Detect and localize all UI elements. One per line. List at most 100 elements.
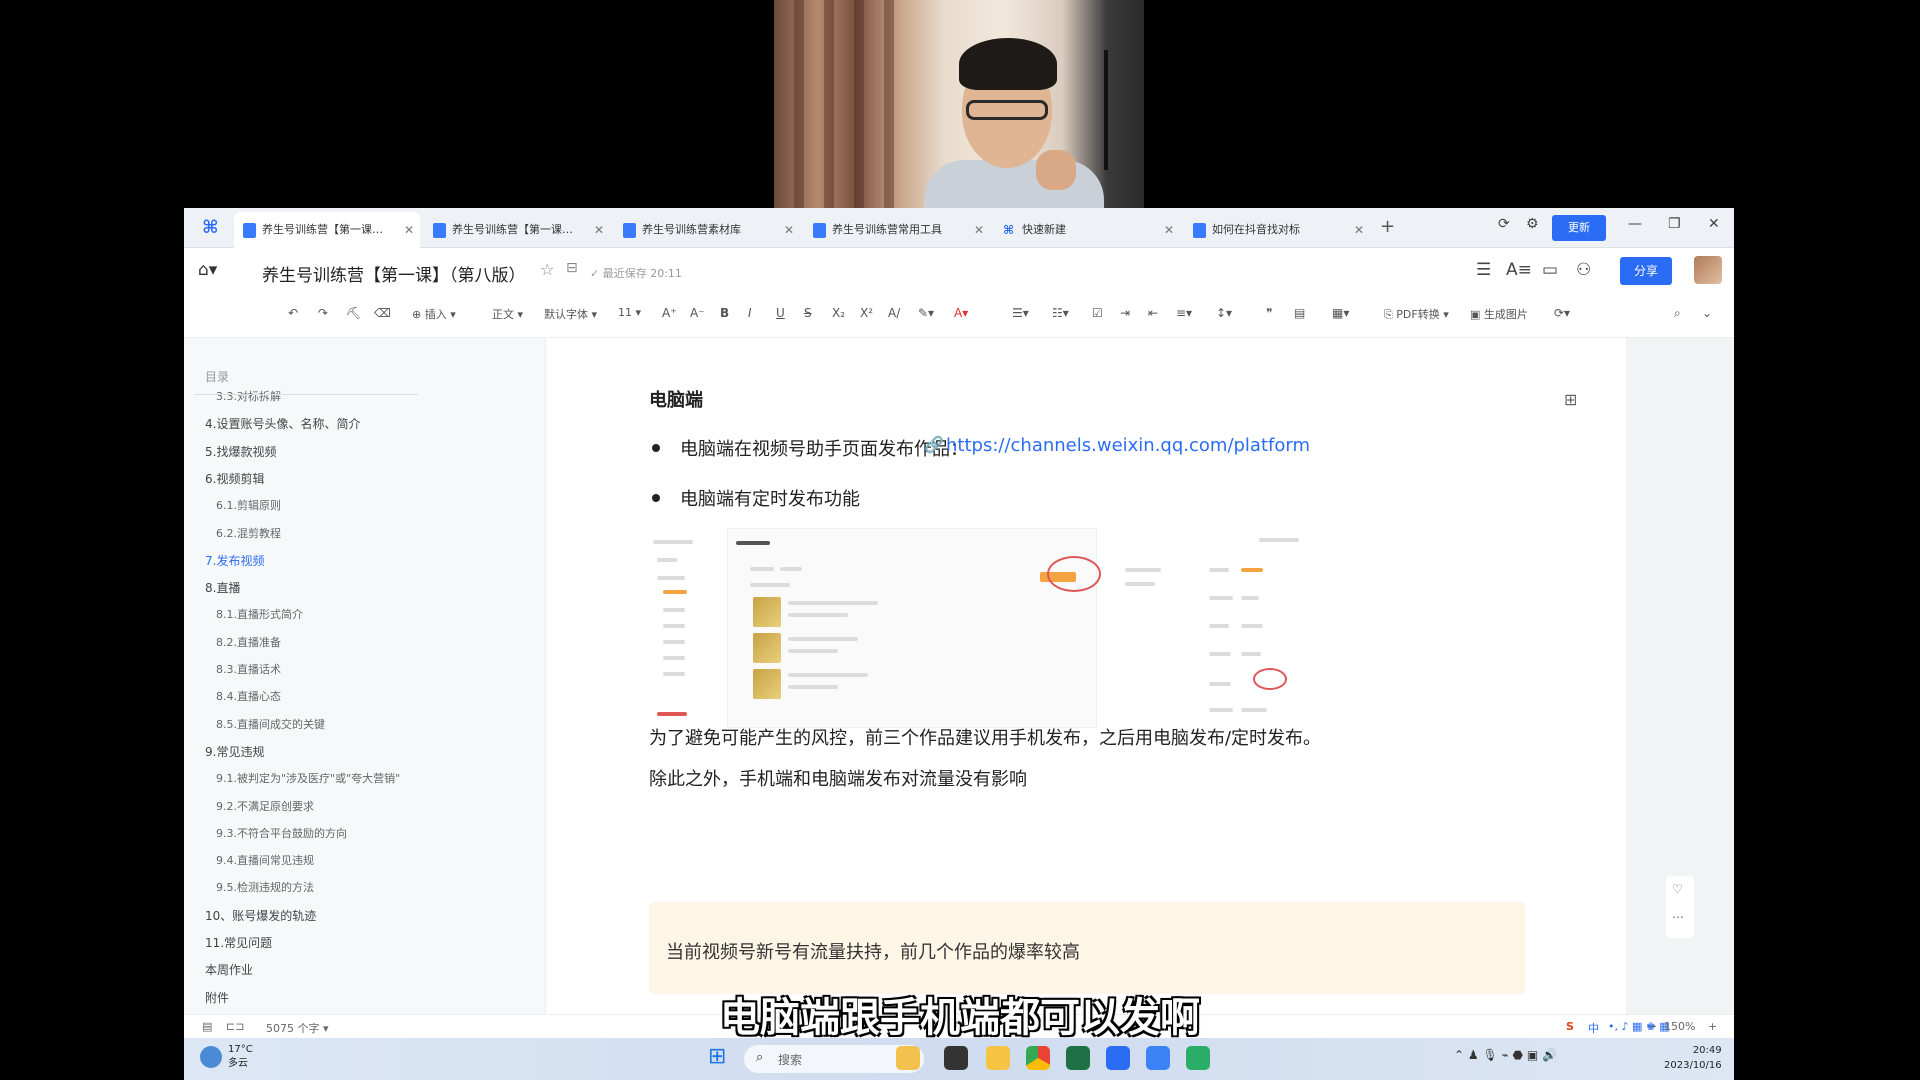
close-icon[interactable]: ✕ [1354,212,1364,248]
toc-item[interactable]: 8.1.直播形式简介 [216,606,303,622]
file-explorer-icon[interactable] [986,1046,1010,1070]
toc-item[interactable]: 11.常见问题 [205,934,272,951]
toc-item[interactable]: 8.3.直播话术 [216,661,281,677]
text-format-icon[interactable]: A≡ [1506,260,1532,280]
system-tray[interactable]: ⌃ ♟ 🎙 ⌁ ⬣ ▣ 🔊 [1454,1048,1557,1062]
menu-icon[interactable]: ☰ [1476,260,1491,280]
highlight-icon[interactable]: ✎▾ [918,306,934,320]
outdent-icon[interactable]: ⇤ [1148,306,1158,320]
wechat-icon[interactable] [1186,1046,1210,1070]
present-icon[interactable]: ▭ [1542,260,1558,280]
feedback-icon[interactable]: ♡ [1672,882,1683,896]
toc-item[interactable]: 9.3.不符合平台鼓励的方向 [216,825,347,841]
toc-item[interactable]: 9.常见违规 [205,743,264,760]
undo-icon[interactable]: ↶ [288,306,298,320]
settings-icon[interactable]: ⚙ [1526,216,1539,232]
paragraph-style-select[interactable]: 正文 ▾ [492,306,523,322]
comment-box-icon[interactable]: ▤ [1294,306,1305,320]
weather-icon[interactable] [200,1046,222,1068]
tab-doc-2[interactable]: 养生号训练营【第一课】... ✕ [424,212,610,248]
chrome-icon[interactable] [1026,1046,1050,1070]
font-family-select[interactable]: 默认字体 ▾ [544,306,597,322]
toc-item[interactable]: 8.4.直播心态 [216,688,281,704]
subscript-icon[interactable]: X₂ [832,306,845,320]
font-size-select[interactable]: 11 ▾ [618,306,641,319]
widgets-icon[interactable] [896,1046,920,1070]
toc-item[interactable]: 6.视频剪辑 [205,470,264,487]
italic-icon[interactable]: I [748,306,752,320]
close-icon[interactable]: ✕ [784,212,794,248]
close-icon[interactable]: ✕ [404,212,414,248]
toc-item[interactable]: 9.2.不满足原创要求 [216,798,314,814]
toc-item[interactable]: 9.1.被判定为"涉及医疗"或"夸大营销" [216,770,400,786]
format-painter-icon[interactable]: ⛏ [346,306,361,320]
generate-image-button[interactable]: ▣ 生成图片 [1470,306,1528,322]
toc-item[interactable]: 4.设置账号头像、名称、简介 [205,415,360,432]
numbered-list-icon[interactable]: ☷▾ [1052,306,1069,320]
align-icon[interactable]: ≡▾ [1176,306,1192,320]
platform-link[interactable]: 🔗 https://channels.weixin.qq.com/platfor… [924,435,1310,456]
tab-doc-5[interactable]: 如何在抖音找对标 ✕ [1184,212,1370,248]
task-view-icon[interactable] [944,1046,968,1070]
windows-start-icon[interactable]: ⊞ [708,1044,726,1069]
indent-icon[interactable]: ⇥ [1120,306,1130,320]
move-icon[interactable]: ⊟ [566,260,578,276]
decrease-font-icon[interactable]: A⁻ [690,306,705,320]
chevron-down-icon[interactable]: ⌄ [1702,306,1712,320]
toc-item[interactable]: 9.4.直播间常见违规 [216,852,314,868]
toc-item[interactable]: 6.1.剪辑原则 [216,497,281,513]
toc-item[interactable]: 3.3.对标拆解 [216,388,281,404]
home-icon[interactable]: ⌂▾ [198,260,217,280]
close-icon[interactable]: ✕ [594,212,604,248]
collaborator-icon[interactable]: ⚇ [1576,260,1591,280]
embedded-screenshot-image[interactable] [649,528,1329,728]
app-logo-icon[interactable]: ⌘ [202,218,224,238]
insert-menu[interactable]: ⊕ 插入 ▾ [412,306,456,322]
pdf-convert-button[interactable]: ⎘ PDF转换 ▾ [1384,306,1449,322]
add-comment-icon[interactable]: ⊞ [1564,390,1577,409]
sync-icon[interactable]: ⟳ [1498,216,1510,232]
checklist-icon[interactable]: ☑ [1092,306,1103,320]
toc-item[interactable]: 9.5.检测违规的方法 [216,879,314,895]
kdocs-icon[interactable] [1106,1046,1130,1070]
toc-item[interactable]: 5.找爆款视频 [205,443,276,460]
share-button[interactable]: 分享 [1620,257,1672,285]
increase-font-icon[interactable]: A⁺ [662,306,677,320]
excel-icon[interactable] [1066,1046,1090,1070]
avatar[interactable] [1694,256,1722,284]
font-color-icon[interactable]: A▾ [954,306,968,320]
toc-item[interactable]: 10、账号爆发的轨迹 [205,907,316,924]
close-icon[interactable]: ✕ [974,212,984,248]
toc-item[interactable]: 8.直播 [205,579,240,596]
star-icon[interactable]: ☆ [540,260,554,279]
tab-doc-3[interactable]: 养生号训练营素材库 ✕ [614,212,800,248]
bold-icon[interactable]: B [720,306,729,320]
document-title[interactable]: 养生号训练营【第一课】（第八版） [262,261,526,286]
toc-item[interactable]: 6.2.混剪教程 [216,525,281,541]
toc-item[interactable]: 本周作业 [205,961,253,978]
clear-format-icon[interactable]: ⌫ [374,306,391,320]
close-window-icon[interactable]: ✕ [1708,216,1720,232]
table-icon[interactable]: ▦▾ [1332,306,1349,320]
close-icon[interactable]: ✕ [1164,212,1174,248]
new-tab-button[interactable]: + [1380,216,1395,237]
search-icon[interactable]: ⌕ [1674,306,1681,321]
superscript-icon[interactable]: X² [860,306,873,320]
toc-item[interactable]: 8.2.直播准备 [216,634,281,650]
text-effect-icon[interactable]: A/ [888,306,900,320]
update-button[interactable]: 更新 [1552,215,1606,241]
tab-doc-4[interactable]: 养生号训练营常用工具 ✕ [804,212,990,248]
more-icon[interactable]: ⋯ [1672,910,1684,924]
tab-doc-1[interactable]: 养生号训练营【第一课】... ✕ [234,212,420,248]
bullet-list-icon[interactable]: ☰▾ [1012,306,1029,320]
strikethrough-icon[interactable]: S [804,306,812,320]
weather-widget[interactable]: 17°C 多云 [228,1043,253,1071]
line-spacing-icon[interactable]: ↕▾ [1216,306,1232,320]
toc-item[interactable]: 7.发布视频 [205,552,264,569]
system-clock[interactable]: 20:49 2023/10/16 [1664,1043,1722,1073]
restore-icon[interactable]: ❐ [1668,216,1681,232]
toc-item[interactable]: 8.5.直播间成交的关键 [216,716,325,732]
more-tools-icon[interactable]: ⟳▾ [1554,306,1570,320]
quote-icon[interactable]: ❞ [1266,306,1272,320]
underline-icon[interactable]: U [776,306,785,320]
